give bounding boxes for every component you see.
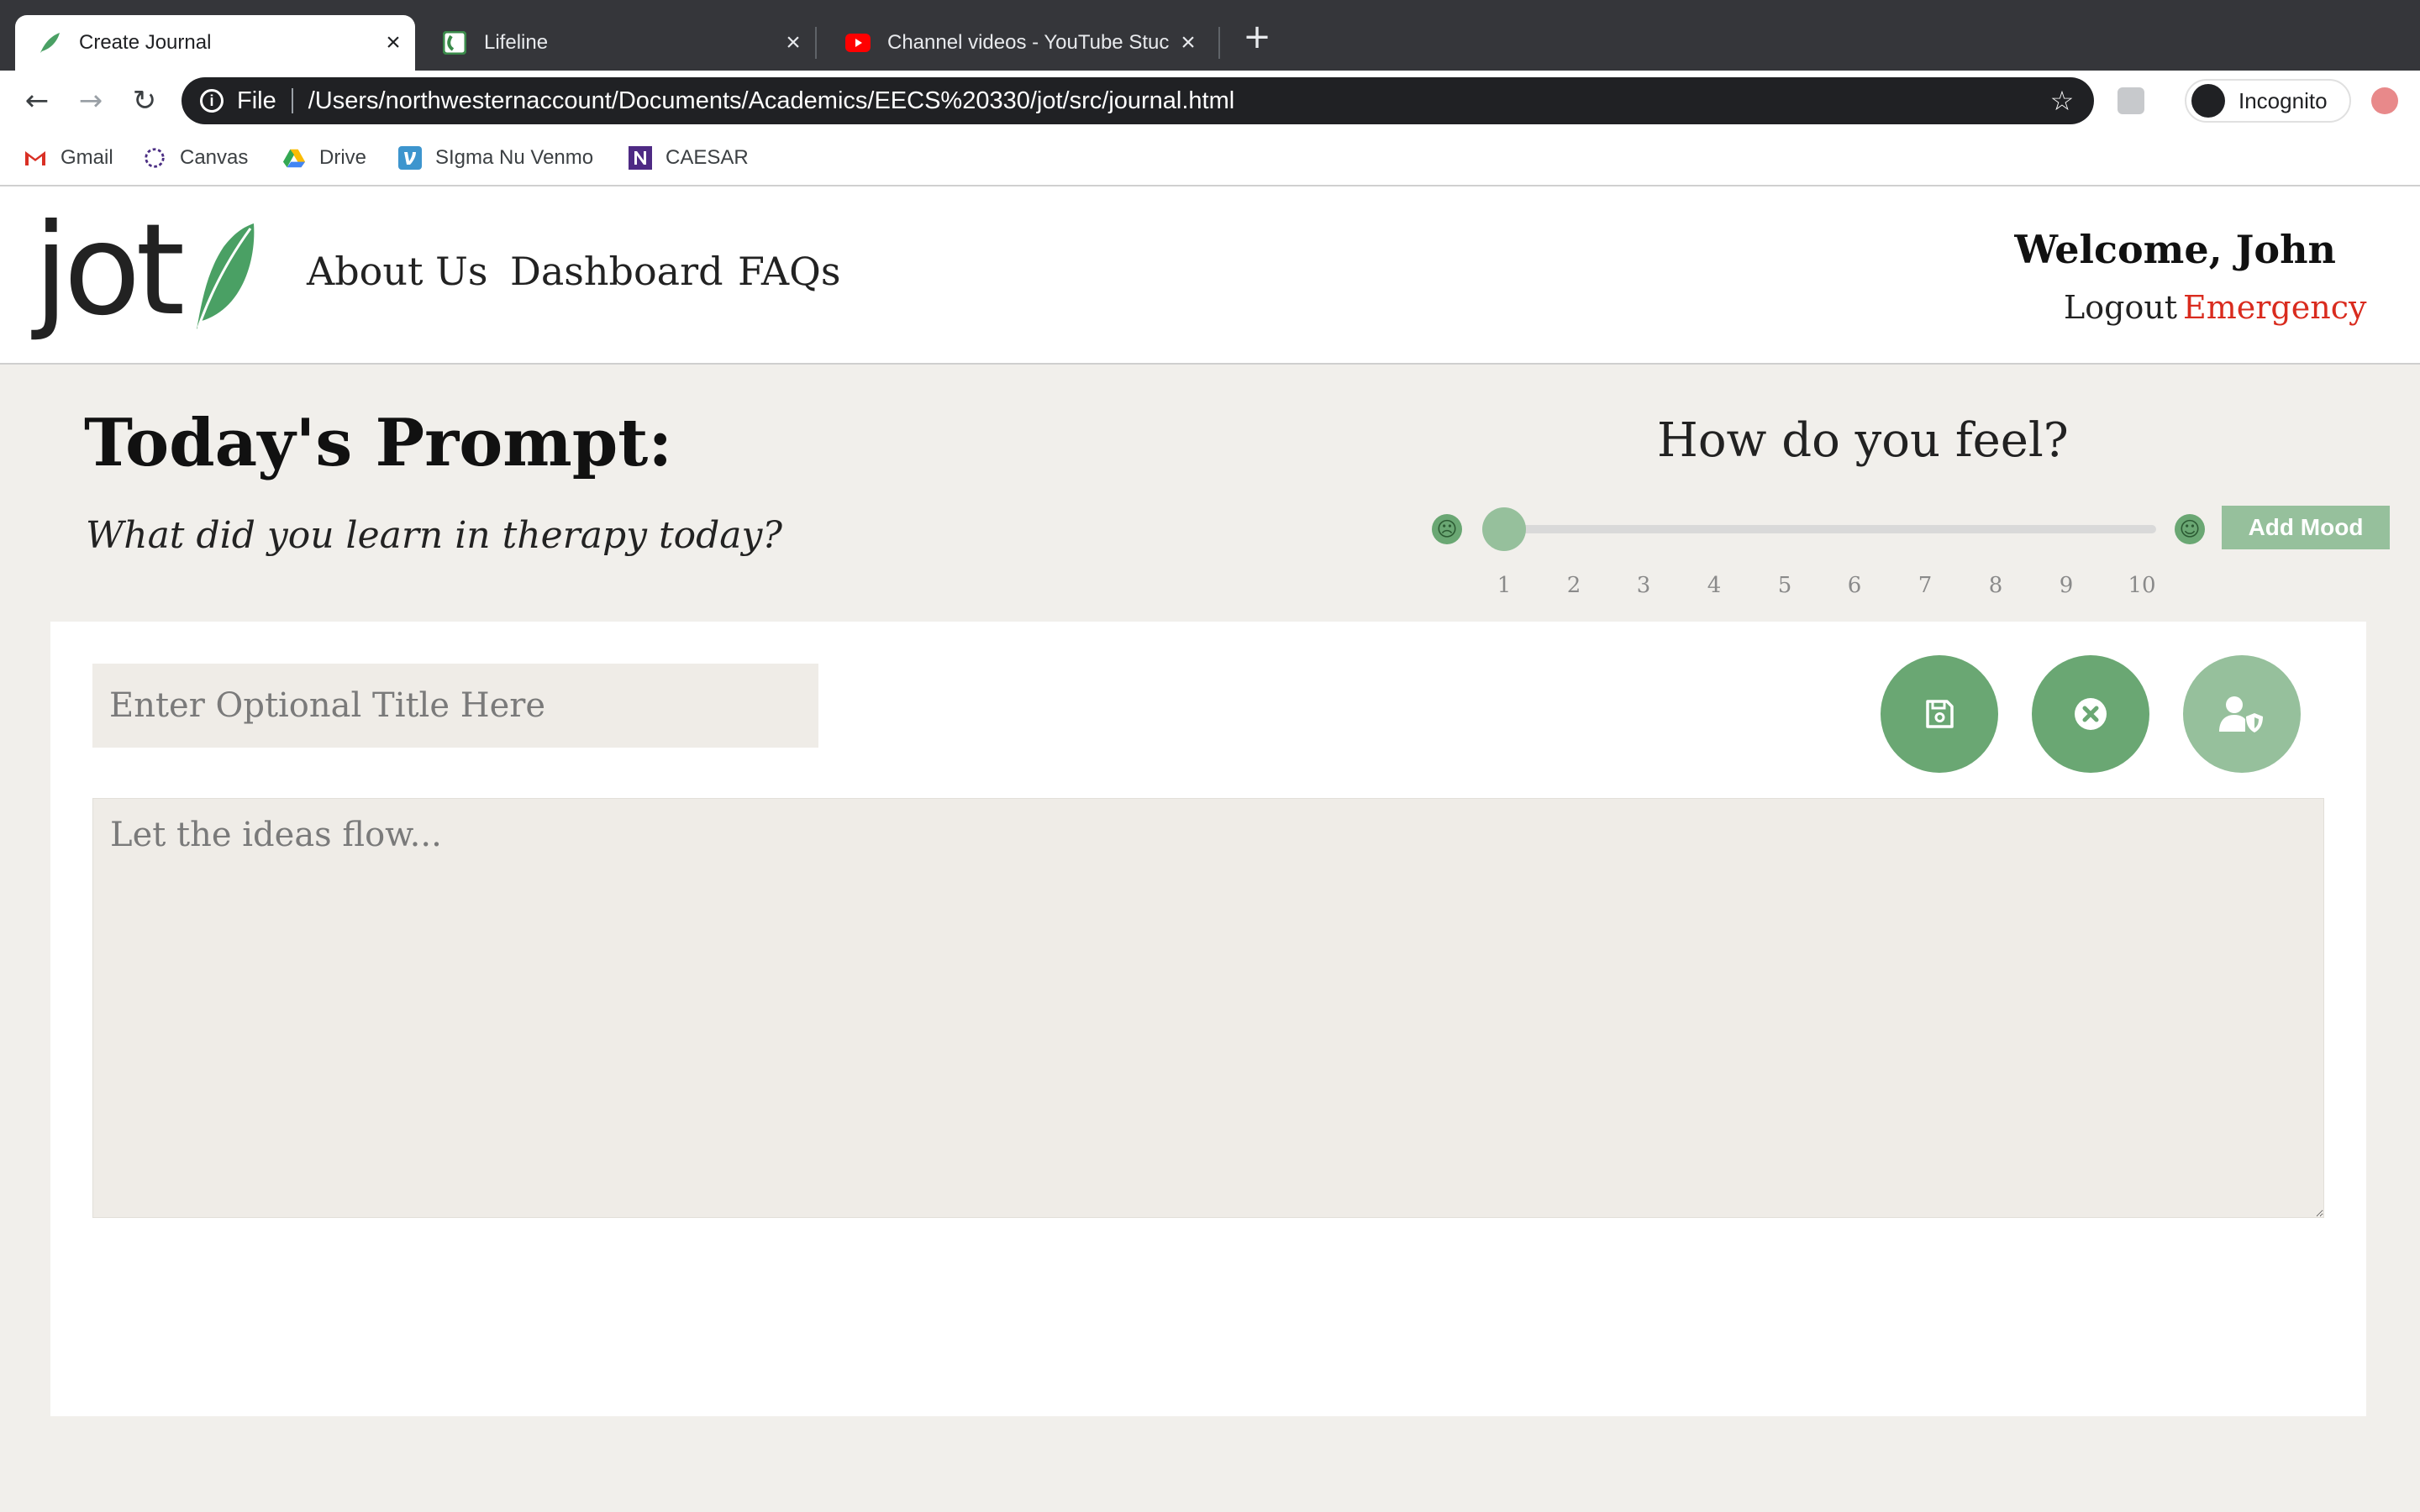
address-url[interactable]: /Users/northwesternaccount/Documents/Aca… — [308, 87, 2045, 115]
tab-separator — [815, 27, 817, 59]
prompt-question: What did you learn in therapy today? — [86, 514, 782, 557]
back-arrow-icon[interactable]: ← — [18, 82, 55, 119]
mood-tick: 2 — [1566, 573, 1581, 598]
prompt-heading: Today's Prompt: — [84, 405, 673, 481]
mood-slider[interactable] — [1484, 525, 2156, 533]
tab-title: Create Journal — [79, 31, 212, 54]
incognito-icon — [2191, 84, 2225, 118]
bookmark-label: CAESAR — [666, 146, 749, 169]
nav-dashboard[interactable]: Dashboard — [510, 249, 723, 294]
mood-tick: 6 — [1847, 573, 1862, 598]
forward-arrow-icon[interactable]: → — [72, 82, 109, 119]
bookmark-label: Drive — [319, 146, 367, 169]
venmo-icon — [398, 146, 422, 170]
emergency-link[interactable]: Emergency — [2183, 289, 2366, 326]
mood-tick: 5 — [1777, 573, 1792, 598]
browser-toolbar: ← → ↻ i File /Users/northwesternaccount/… — [0, 71, 2420, 131]
site-header: jot About Us Dashboard FAQs Welcome, Joh… — [0, 186, 2420, 365]
bookmarks-bar: Gmail Canvas Drive SIgma Nu Venmo CAESAR — [0, 131, 2420, 186]
northwestern-icon — [629, 146, 652, 170]
nav-faqs[interactable]: FAQs — [738, 249, 840, 294]
update-icon[interactable] — [2371, 87, 2398, 114]
bookmark-canvas[interactable]: Canvas — [143, 143, 248, 173]
sad-face-icon: ☹ — [1432, 514, 1462, 544]
title-input[interactable] — [92, 664, 818, 748]
info-icon[interactable]: i — [200, 89, 224, 113]
gmail-icon — [24, 146, 47, 170]
youtube-icon — [845, 30, 871, 55]
feather-icon — [197, 223, 255, 329]
drive-icon — [282, 146, 306, 170]
close-circle-icon — [2075, 698, 2107, 730]
mood-slider-thumb[interactable] — [1482, 507, 1526, 551]
canvas-icon — [143, 146, 166, 170]
tab-separator — [1218, 27, 1220, 59]
tab-youtube-studio[interactable]: Channel videos - YouTube Stuc × — [823, 15, 1210, 71]
incognito-indicator[interactable]: Incognito — [2185, 79, 2351, 123]
tab-title: Lifeline — [484, 31, 549, 54]
mood-tick: 9 — [2059, 573, 2074, 598]
mood-tick: 4 — [1707, 573, 1722, 598]
nav-about-us[interactable]: About Us — [307, 249, 487, 294]
discard-button[interactable] — [2032, 655, 2149, 773]
incognito-label: Incognito — [2238, 87, 2328, 113]
extension-icon[interactable] — [2118, 87, 2144, 114]
user-shield-icon — [2219, 696, 2263, 732]
address-bar[interactable]: i File /Users/northwesternaccount/Docume… — [182, 77, 2094, 124]
bookmark-drive[interactable]: Drive — [282, 143, 366, 173]
privacy-button[interactable] — [2183, 655, 2301, 773]
browser-tabstrip: Create Journal × Lifeline × Channel vide… — [0, 0, 2420, 71]
happy-face-icon: ☺ — [2175, 514, 2205, 544]
mood-tick: 8 — [1988, 573, 2003, 598]
tab-lifeline[interactable]: Lifeline × — [420, 15, 815, 71]
bookmark-caesar[interactable]: CAESAR — [629, 143, 749, 173]
mood-tick: 1 — [1497, 573, 1512, 598]
welcome-message: Welcome, John — [2014, 227, 2336, 272]
reload-icon[interactable]: ↻ — [126, 82, 163, 119]
close-icon[interactable]: × — [776, 29, 810, 57]
mood-heading: How do you feel? — [1657, 413, 2069, 468]
save-icon — [1926, 700, 1954, 728]
jot-logo[interactable]: jot — [34, 197, 260, 344]
feather-icon — [37, 30, 62, 55]
address-scheme: File — [237, 87, 276, 114]
add-mood-button[interactable]: Add Mood — [2222, 506, 2390, 549]
bookmark-label: Gmail — [60, 146, 113, 169]
tab-title: Channel videos - YouTube Stuc — [887, 31, 1170, 54]
save-button[interactable] — [1881, 655, 1998, 773]
lifeline-icon — [442, 30, 467, 55]
logo-text: jot — [34, 197, 185, 344]
tab-create-journal[interactable]: Create Journal × — [15, 15, 415, 71]
logout-link[interactable]: Logout — [2064, 289, 2177, 326]
mood-tick: 3 — [1636, 573, 1651, 598]
close-icon[interactable]: × — [376, 29, 410, 57]
journal-card — [50, 622, 2366, 1416]
new-tab-icon[interactable]: + — [1240, 20, 1274, 54]
mood-tick: 7 — [1918, 573, 1933, 598]
bookmark-label: Canvas — [180, 146, 249, 169]
bookmark-label: SIgma Nu Venmo — [435, 146, 594, 169]
address-divider — [291, 88, 293, 113]
star-icon[interactable]: ☆ — [2045, 85, 2079, 117]
close-icon[interactable]: × — [1171, 29, 1205, 57]
journal-body-textarea[interactable] — [92, 798, 2324, 1218]
bookmark-venmo[interactable]: SIgma Nu Venmo — [398, 143, 593, 173]
bookmark-gmail[interactable]: Gmail — [24, 143, 113, 173]
mood-tick: 10 — [2128, 573, 2156, 598]
